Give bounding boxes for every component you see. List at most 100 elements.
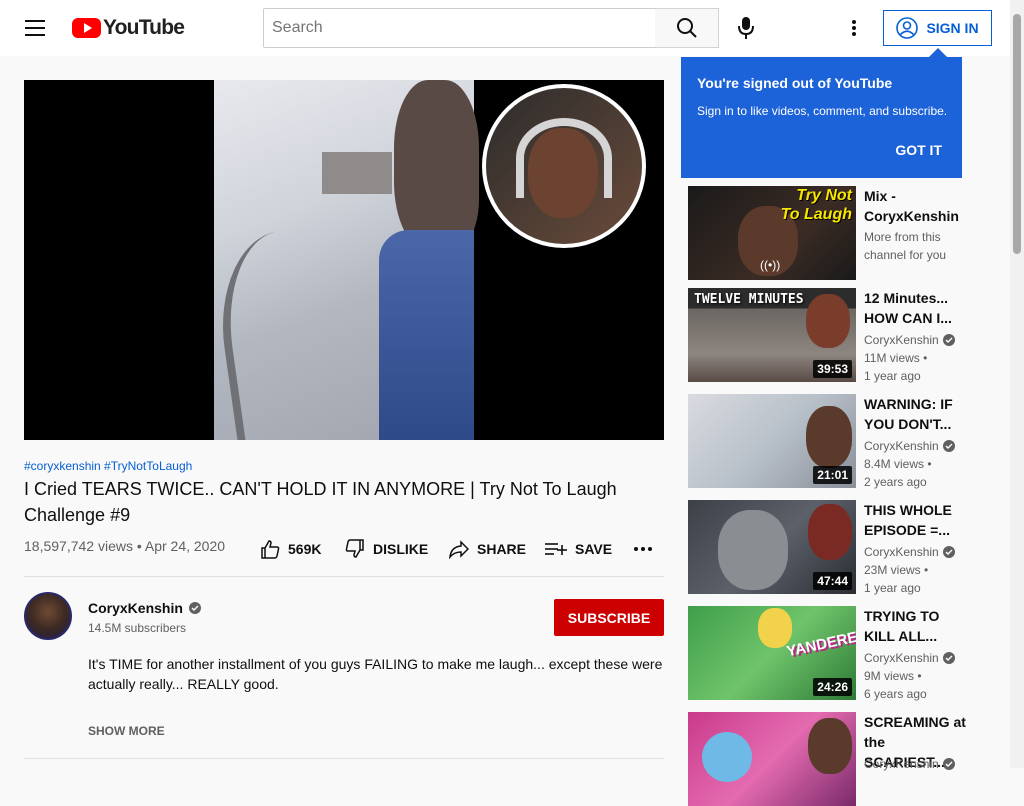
- recommendation-title[interactable]: THIS WHOLE EPISODE =...: [864, 500, 968, 540]
- facecam-overlay: [482, 84, 646, 248]
- save-button[interactable]: SAVE: [545, 536, 612, 562]
- subscriber-count: 14.5M subscribers: [88, 621, 187, 635]
- thumb-face: [718, 510, 788, 590]
- signed-out-popup: You're signed out of YouTube Sign in to …: [681, 57, 962, 178]
- like-button[interactable]: 569K: [260, 536, 321, 562]
- recommendation-meta: channel for you: [864, 248, 947, 262]
- verified-icon: [188, 602, 201, 614]
- mic-icon: [738, 17, 754, 39]
- more-horiz-icon: [634, 547, 652, 551]
- thumb-face: [808, 504, 852, 560]
- menu-button[interactable]: [22, 16, 50, 40]
- channel-link[interactable]: CoryxKenshin: [864, 545, 939, 559]
- video-duration: 21:01: [813, 466, 852, 484]
- view-count-date: 18,597,742 views • Apr 24, 2020: [24, 538, 226, 554]
- video-frame: [209, 80, 479, 440]
- dislike-label: DISLIKE: [373, 541, 429, 557]
- video-duration: 24:26: [813, 678, 852, 696]
- recommendation-item[interactable]: TWELVE MINUTES 39:53 12 Minutes... HOW C…: [688, 288, 988, 383]
- video-description: It's TIME for another installment of you…: [88, 656, 663, 692]
- video-thumbnail[interactable]: [688, 712, 856, 806]
- channel-name[interactable]: CoryxKenshin: [88, 600, 183, 616]
- verified-icon: [942, 334, 955, 346]
- video-thumbnail[interactable]: YANDERE 24:26: [688, 606, 856, 700]
- video-thumbnail[interactable]: 21:01: [688, 394, 856, 488]
- upload-age: 1 year ago: [864, 369, 921, 383]
- video-thumbnail[interactable]: TWELVE MINUTES 39:53: [688, 288, 856, 382]
- like-count: 569K: [288, 541, 322, 557]
- channel-avatar[interactable]: [24, 592, 72, 640]
- thumb-up-icon: [261, 540, 280, 559]
- voice-search-button[interactable]: [728, 10, 764, 46]
- popup-title: You're signed out of YouTube: [697, 75, 893, 91]
- sign-in-label: SIGN IN: [926, 20, 979, 36]
- video-title: I Cried TEARS TWICE.. CAN'T HOLD IT IN A…: [24, 479, 617, 525]
- youtube-logo-icon: [72, 18, 101, 38]
- recommendation-item[interactable]: 47:44 THIS WHOLE EPISODE =... CoryxKensh…: [688, 500, 988, 595]
- channel-link[interactable]: CoryxKenshin: [864, 651, 939, 665]
- logo-text: YouTube: [103, 16, 185, 39]
- save-playlist-icon: [545, 543, 567, 555]
- verified-icon: [942, 652, 955, 664]
- recommendation-title[interactable]: TRYING TO KILL ALL...: [864, 606, 968, 646]
- search-button[interactable]: [655, 8, 719, 48]
- recommendation-channel[interactable]: CoryxKenshin: [864, 333, 955, 347]
- got-it-button[interactable]: GOT IT: [895, 142, 942, 158]
- share-icon: [449, 540, 469, 559]
- thumb-down-icon: [345, 539, 364, 558]
- thumb-face: [808, 718, 852, 774]
- channel-name-row[interactable]: CoryxKenshin: [88, 600, 201, 616]
- recommendation-title[interactable]: Mix - CoryxKenshin: [864, 186, 968, 226]
- view-count: 8.4M views •: [864, 457, 932, 471]
- share-button[interactable]: SHARE: [449, 536, 526, 562]
- divider: [24, 758, 664, 759]
- frame-road: [209, 221, 379, 440]
- upload-age: 2 years ago: [864, 475, 927, 489]
- thumb-text: TWELVE MINUTES: [694, 292, 804, 307]
- recommendation-channel[interactable]: CoryxKenshin: [864, 439, 955, 453]
- popup-text: Sign in to like videos, comment, and sub…: [697, 104, 948, 118]
- view-count: 11M views •: [864, 351, 928, 365]
- recommendation-title[interactable]: WARNING: IF YOU DON'T...: [864, 394, 968, 434]
- recommendation-title[interactable]: 12 Minutes... HOW CAN I...: [864, 288, 968, 328]
- verified-icon: [942, 440, 955, 452]
- video-thumbnail[interactable]: 47:44: [688, 500, 856, 594]
- recommendation-channel[interactable]: CoryxKenshin: [864, 757, 955, 771]
- video-duration: 39:53: [813, 360, 852, 378]
- frame-house: [322, 152, 392, 194]
- video-thumbnail[interactable]: Try Not To Laugh ((•)): [688, 186, 856, 280]
- channel-link[interactable]: CoryxKenshin: [864, 757, 939, 771]
- recommendation-channel[interactable]: CoryxKenshin: [864, 651, 955, 665]
- recommendation-item[interactable]: YANDERE 24:26 TRYING TO KILL ALL... Cory…: [688, 606, 988, 701]
- recommendation-item[interactable]: SCREAMING at the SCARIEST... CoryxKenshi…: [688, 712, 988, 806]
- view-count: 23M views •: [864, 563, 929, 577]
- video-hashtags[interactable]: #coryxkenshin #TryNotToLaugh: [24, 459, 192, 473]
- video-player[interactable]: [24, 80, 664, 440]
- scrollbar-thumb[interactable]: [1013, 14, 1021, 254]
- recommendation-item[interactable]: Try Not To Laugh ((•)) Mix - CoryxKenshi…: [688, 186, 988, 280]
- search-icon: [676, 18, 697, 38]
- channel-link[interactable]: CoryxKenshin: [864, 333, 939, 347]
- recommendation-channel[interactable]: CoryxKenshin: [864, 545, 955, 559]
- dislike-button[interactable]: DISLIKE: [345, 536, 428, 562]
- thumb-text-line: Try Not: [796, 187, 852, 204]
- more-vert-icon: [852, 20, 856, 36]
- more-actions-button[interactable]: [634, 536, 652, 562]
- recommendation-item[interactable]: 21:01 WARNING: IF YOU DON'T... CoryxKens…: [688, 394, 988, 489]
- facecam-headphones: [516, 118, 612, 198]
- show-more-button[interactable]: SHOW MORE: [88, 724, 165, 738]
- view-count: 9M views •: [864, 669, 922, 683]
- sign-in-button[interactable]: SIGN IN: [883, 10, 992, 46]
- thumb-face: [702, 732, 752, 782]
- divider: [24, 576, 664, 577]
- search-input[interactable]: [263, 8, 656, 48]
- menu-icon: [25, 20, 45, 36]
- masthead: YouTube SIGN IN: [0, 0, 1010, 56]
- settings-menu-button[interactable]: [838, 12, 870, 44]
- subscribe-button[interactable]: SUBSCRIBE: [554, 599, 664, 636]
- channel-link[interactable]: CoryxKenshin: [864, 439, 939, 453]
- upload-age: 1 year ago: [864, 581, 921, 595]
- thumb-face: [806, 294, 850, 348]
- verified-icon: [942, 546, 955, 558]
- youtube-logo[interactable]: YouTube: [72, 16, 185, 40]
